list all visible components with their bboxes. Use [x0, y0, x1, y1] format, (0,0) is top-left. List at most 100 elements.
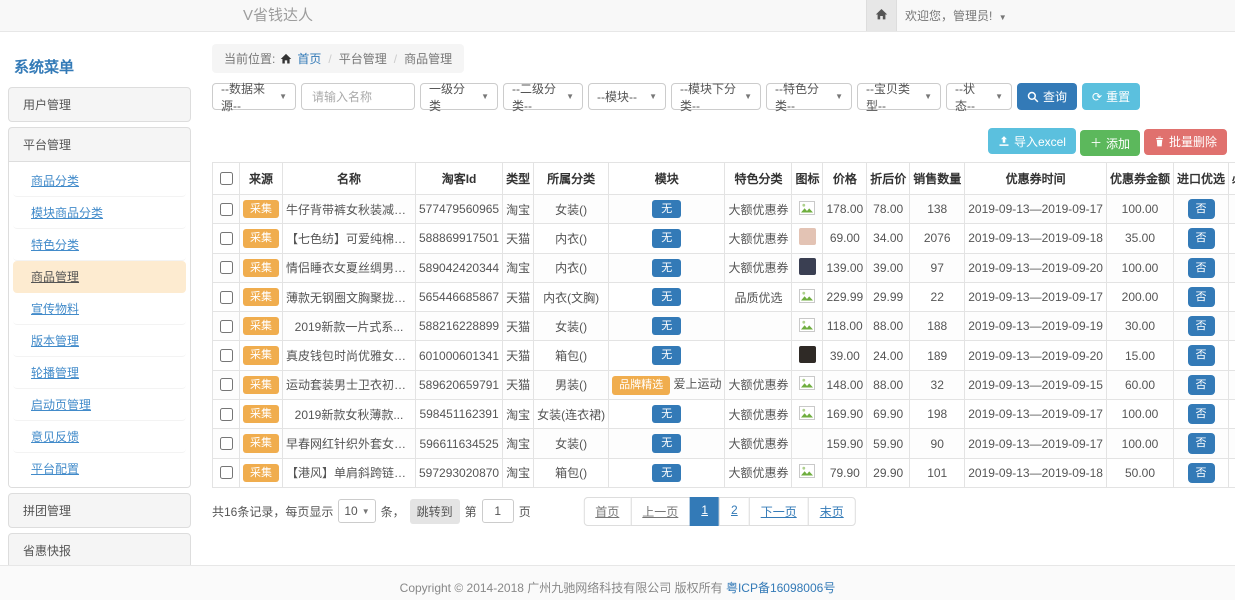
reset-button[interactable]: ⟳重置	[1082, 83, 1140, 110]
cell-coupon-amount: 100.00	[1106, 195, 1173, 224]
cell-coupon-amount: 15.00	[1106, 341, 1173, 370]
module-sub-select[interactable]: --模块下分类--▼	[671, 83, 761, 110]
source-badge: 采集	[243, 405, 279, 423]
module-select[interactable]: --模块--▼	[588, 83, 666, 110]
sidebar-item-平台配置[interactable]: 平台配置	[13, 453, 186, 484]
breadcrumb-home-link[interactable]: 首页	[297, 50, 321, 67]
sidebar-item-意见反馈[interactable]: 意见反馈	[13, 421, 186, 453]
bulk-delete-button[interactable]: 批量删除	[1144, 129, 1227, 155]
module-badge: 无	[652, 229, 681, 247]
row-checkbox[interactable]	[220, 203, 233, 216]
cell-price: 39.00	[823, 341, 867, 370]
search-button[interactable]: 查询	[1017, 83, 1077, 110]
imported-toggle-button[interactable]: 否	[1188, 287, 1215, 307]
sidebar-item-轮播管理[interactable]: 轮播管理	[13, 357, 186, 389]
cell-must-buy: 否	[1229, 370, 1235, 399]
name-input[interactable]	[310, 89, 406, 105]
row-checkbox[interactable]	[220, 378, 233, 391]
row-checkbox[interactable]	[220, 261, 233, 274]
jump-button[interactable]: 跳转到	[410, 499, 460, 524]
cell-icon	[792, 312, 823, 341]
table-row: 采集真皮钱包时尚优雅女士...601000601341天猫箱包()无39.002…	[213, 341, 1235, 370]
cell-discount-price: 59.90	[867, 429, 910, 458]
cell-name: 薄款无钢圈文胸聚拢性...	[283, 282, 416, 311]
page-number-input[interactable]	[482, 499, 514, 523]
cell-name: 【港风】单肩斜跨链条...	[283, 458, 416, 487]
imported-toggle-button[interactable]: 否	[1188, 316, 1215, 336]
imported-toggle-button[interactable]: 否	[1188, 199, 1215, 219]
user-menu[interactable]: 欢迎您，管理员! ▼	[905, 0, 1007, 34]
cell-taoke-id: 577479560965	[416, 195, 503, 224]
cell-module: 无	[609, 429, 725, 458]
imported-toggle-button[interactable]: 否	[1188, 375, 1215, 395]
cell-price: 159.90	[823, 429, 867, 458]
page-link-末页[interactable]: 末页	[808, 497, 856, 526]
select-all-checkbox[interactable]	[220, 172, 233, 185]
page-link-首页[interactable]: 首页	[583, 497, 631, 526]
row-checkbox[interactable]	[220, 320, 233, 333]
sidebar-section-拼团管理[interactable]: 拼团管理	[9, 494, 190, 527]
cell-imported: 否	[1174, 341, 1229, 370]
cell-source: 采集	[240, 400, 283, 429]
row-checkbox[interactable]	[220, 466, 233, 479]
cell-type: 淘宝	[503, 400, 534, 429]
data-source-select[interactable]: --数据来源--▼	[212, 83, 296, 110]
sidebar-section-平台管理[interactable]: 平台管理	[9, 128, 190, 161]
level2-category-select[interactable]: --二级分类--▼	[503, 83, 583, 110]
chevron-down-icon: ▼	[999, 13, 1007, 22]
import-excel-button[interactable]: 导入excel	[988, 128, 1076, 154]
cell-category: 箱包()	[534, 458, 609, 487]
module-badge: 无	[652, 434, 681, 452]
cell-coupon-amount: 60.00	[1106, 370, 1173, 399]
row-checkbox[interactable]	[220, 349, 233, 362]
imported-toggle-button[interactable]: 否	[1188, 345, 1215, 365]
feature-category-select[interactable]: --特色分类--▼	[766, 83, 852, 110]
level1-category-select[interactable]: 一级分类▼	[420, 83, 498, 110]
broken-image-icon	[799, 379, 815, 393]
cell-feature: 大额优惠券	[725, 429, 792, 458]
product-thumbnail	[799, 228, 816, 245]
cell-feature: 大额优惠券	[725, 400, 792, 429]
icp-link[interactable]: 粤ICP备16098006号	[726, 581, 835, 595]
broken-image-icon	[799, 292, 815, 306]
table-row: 采集早春网红针织外套女春...596611634525淘宝女装()无大额优惠券1…	[213, 429, 1235, 458]
sidebar-item-模块商品分类[interactable]: 模块商品分类	[13, 197, 186, 229]
sidebar-section-省惠快报[interactable]: 省惠快报	[9, 534, 190, 565]
sidebar-item-版本管理[interactable]: 版本管理	[13, 325, 186, 357]
imported-toggle-button[interactable]: 否	[1188, 228, 1215, 248]
chevron-down-icon: ▼	[362, 507, 370, 516]
imported-toggle-button[interactable]: 否	[1188, 463, 1215, 483]
page-link-1[interactable]: 1	[689, 497, 720, 526]
imported-toggle-button[interactable]: 否	[1188, 433, 1215, 453]
chevron-down-icon: ▼	[744, 92, 752, 101]
sidebar-item-商品分类[interactable]: 商品分类	[13, 165, 186, 197]
cell-coupon-time: 2019-09-13—2019-09-18	[965, 458, 1107, 487]
row-checkbox[interactable]	[220, 437, 233, 450]
page-link-上一页[interactable]: 上一页	[630, 497, 690, 526]
cell-category: 女装()	[534, 195, 609, 224]
add-button[interactable]: ＋添加	[1080, 130, 1140, 156]
cell-price: 79.90	[823, 458, 867, 487]
item-type-select[interactable]: --宝贝类型--▼	[857, 83, 941, 110]
sidebar-item-商品管理[interactable]: 商品管理	[13, 261, 186, 293]
home-button[interactable]	[866, 0, 897, 31]
page-link-下一页[interactable]: 下一页	[749, 497, 809, 526]
cell-coupon-time: 2019-09-13—2019-09-17	[965, 195, 1107, 224]
row-checkbox[interactable]	[220, 408, 233, 421]
imported-toggle-button[interactable]: 否	[1188, 258, 1215, 278]
row-checkbox[interactable]	[220, 291, 233, 304]
page-size-select[interactable]: 10 ▼	[338, 499, 375, 523]
page-link-2[interactable]: 2	[719, 497, 750, 526]
column-header-淘客Id: 淘客Id	[416, 163, 503, 195]
imported-toggle-button[interactable]: 否	[1188, 404, 1215, 424]
sidebar-item-宣传物料[interactable]: 宣传物料	[13, 293, 186, 325]
sidebar-section-用户管理[interactable]: 用户管理	[9, 88, 190, 121]
cell-type: 淘宝	[503, 195, 534, 224]
row-checkbox[interactable]	[220, 232, 233, 245]
sidebar-item-启动页管理[interactable]: 启动页管理	[13, 389, 186, 421]
app-title: V省钱达人	[243, 0, 313, 32]
status-select[interactable]: --状态--▼	[946, 83, 1012, 110]
sidebar-item-特色分类[interactable]: 特色分类	[13, 229, 186, 261]
welcome-text: 欢迎您，管理员!	[905, 9, 992, 23]
cell-sales: 22	[910, 282, 965, 311]
